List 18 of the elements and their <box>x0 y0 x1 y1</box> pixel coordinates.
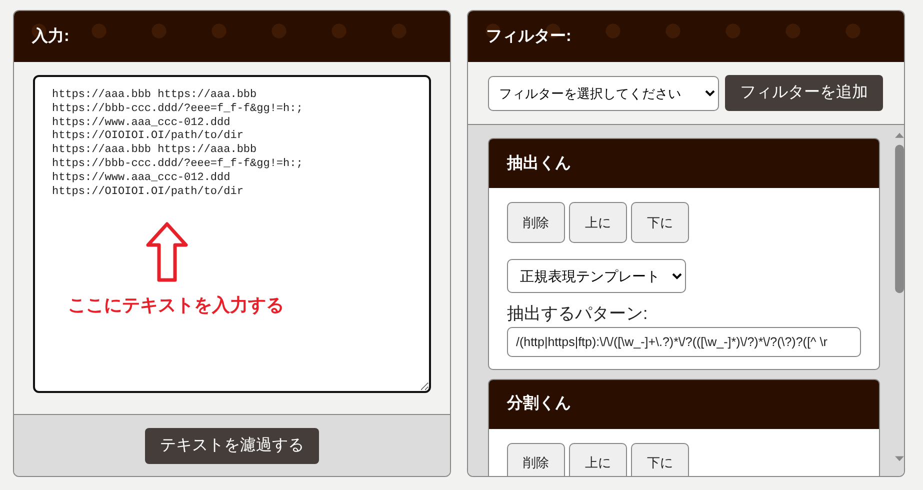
panel-header: 入力: <box>14 11 450 62</box>
pattern-input[interactable]: /(http|https|ftp):\/\/([\w_-]+\.?)*\/?(([\w_-]*)\/?)*\/?(\?)?([^ \r <box>507 326 861 356</box>
filter-text-button[interactable]: テキストを濾過する <box>145 428 319 464</box>
filter-title: 分割くん <box>489 380 879 428</box>
filter-select[interactable]: フィルターを選択してください <box>488 76 719 110</box>
panel-header: フィルター: <box>468 11 904 62</box>
delete-button[interactable]: 削除 <box>507 202 565 243</box>
filter-title: 抽出くん <box>489 139 879 188</box>
move-up-button[interactable]: 上に <box>569 202 627 243</box>
annotation-text: ここにテキストを入力する <box>68 294 284 317</box>
move-down-button[interactable]: 下に <box>631 442 689 476</box>
move-down-button[interactable]: 下に <box>631 202 689 243</box>
delete-button[interactable]: 削除 <box>507 442 565 476</box>
template-select[interactable]: 正規表現テンプレート <box>507 259 686 293</box>
add-filter-button[interactable]: フィルターを追加 <box>725 75 883 111</box>
move-up-button[interactable]: 上に <box>569 442 627 476</box>
pattern-label: 抽出するパターン: <box>507 303 648 325</box>
up-arrow-icon <box>146 222 188 282</box>
